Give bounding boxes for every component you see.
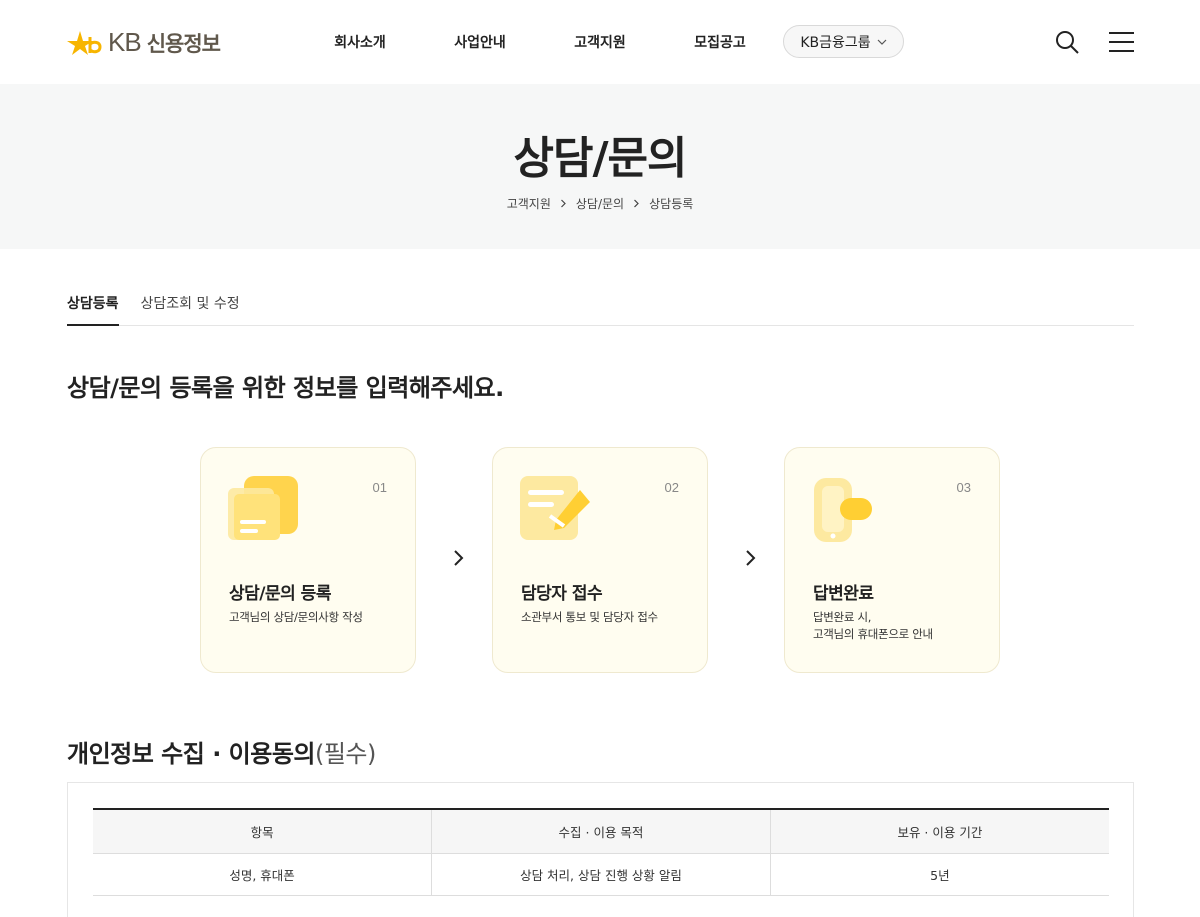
step-number: 03 xyxy=(956,480,971,495)
step-card-receive: 02 담당자 접수 소관부서 통보 및 담당자 접수 xyxy=(492,447,708,673)
page-hero: 상담/문의 고객지원 상담/문의 상담등록 xyxy=(0,84,1200,249)
intro-rest: 을 위한 정보를 입력해주세요. xyxy=(212,374,505,402)
phone-icon xyxy=(814,478,872,542)
nav-company[interactable]: 회사소개 xyxy=(300,32,420,52)
kb-group-label: KB금융그룹 xyxy=(800,34,871,51)
logo-company-text: 신용정보 xyxy=(146,31,221,56)
chevron-right-icon xyxy=(746,550,756,566)
table-header-period: 보유 · 이용 기간 xyxy=(769,808,1109,854)
step-number: 02 xyxy=(664,480,679,495)
breadcrumb-item-register: 상담등록 xyxy=(649,197,694,211)
document-icon xyxy=(228,476,298,540)
chevron-down-icon xyxy=(877,39,887,45)
kb-star-logo-icon xyxy=(67,30,102,55)
step-description: 답변완료 시, 고객님의 휴대폰으로 안내 xyxy=(813,610,933,641)
step-title: 상담/문의 등록 xyxy=(229,584,331,604)
step-description: 소관부서 통보 및 담당자 접수 xyxy=(521,610,658,624)
chevron-right-icon xyxy=(560,199,566,208)
main-nav: 회사소개 사업안내 고객지원 모집공고 xyxy=(300,0,780,84)
table-cell-item: 성명, 휴대폰 xyxy=(93,853,432,896)
step-card-register: 01 상담/문의 등록 고객님의 상담/문의사항 작성 xyxy=(200,447,416,673)
kb-group-dropdown[interactable]: KB금융그룹 xyxy=(783,25,904,58)
nav-support[interactable]: 고객지원 xyxy=(540,32,660,52)
chevron-right-icon xyxy=(454,550,464,566)
inquiry-tabs: 상담등록 상담조회 및 수정 xyxy=(67,290,1134,326)
step-number: 01 xyxy=(372,480,387,495)
privacy-title-text: 개인정보 수집 · 이용동의 xyxy=(67,740,315,768)
kb-logo[interactable]: KB 신용정보 xyxy=(66,27,221,58)
table-row: 성명, 휴대폰 상담 처리, 상담 진행 상황 알림 5년 xyxy=(93,853,1109,896)
table-cell-period: 5년 xyxy=(769,853,1109,896)
table-header-purpose: 수집 · 이용 목적 xyxy=(431,808,771,854)
form-intro-heading: 상담/문의 등록을 위한 정보를 입력해주세요. xyxy=(67,368,504,403)
site-header: KB 신용정보 회사소개 사업안내 고객지원 모집공고 KB금융그룹 xyxy=(0,0,1200,84)
tab-view-edit[interactable]: 상담조회 및 수정 xyxy=(141,290,240,326)
intro-bold: 상담/문의 등록 xyxy=(67,374,213,402)
step-title: 답변완료 xyxy=(813,584,874,604)
privacy-consent-panel: 항목 수집 · 이용 목적 보유 · 이용 기간 성명, 휴대폰 상담 처리, … xyxy=(67,782,1134,917)
step-description: 고객님의 상담/문의사항 작성 xyxy=(229,610,363,624)
message-icon xyxy=(520,476,590,540)
privacy-consent-title: 개인정보 수집 · 이용동의(필수) xyxy=(67,734,376,769)
tab-register[interactable]: 상담등록 xyxy=(67,290,119,326)
nav-recruit[interactable]: 모집공고 xyxy=(660,32,780,52)
breadcrumb-item-support[interactable]: 고객지원 xyxy=(507,195,551,212)
table-header-item: 항목 xyxy=(93,808,432,854)
hamburger-menu-icon[interactable] xyxy=(1109,31,1134,53)
step-card-complete: 03 답변완료 답변완료 시, 고객님의 휴대폰으로 안내 xyxy=(784,447,1000,673)
breadcrumb-item-inquiry[interactable]: 상담/문의 xyxy=(576,195,624,212)
chevron-right-icon xyxy=(634,199,639,208)
required-marker: (필수) xyxy=(314,740,376,768)
breadcrumb: 고객지원 상담/문의 상담등록 xyxy=(0,195,1200,212)
search-icon[interactable] xyxy=(1054,29,1080,55)
step-title: 담당자 접수 xyxy=(521,584,603,604)
privacy-table: 항목 수집 · 이용 목적 보유 · 이용 기간 성명, 휴대폰 상담 처리, … xyxy=(93,808,1109,896)
nav-business[interactable]: 사업안내 xyxy=(420,32,540,52)
logo-kb-text: KB xyxy=(108,27,142,57)
table-cell-purpose: 상담 처리, 상담 진행 상황 알림 xyxy=(431,853,771,896)
page-title: 상담/문의 xyxy=(513,133,688,184)
